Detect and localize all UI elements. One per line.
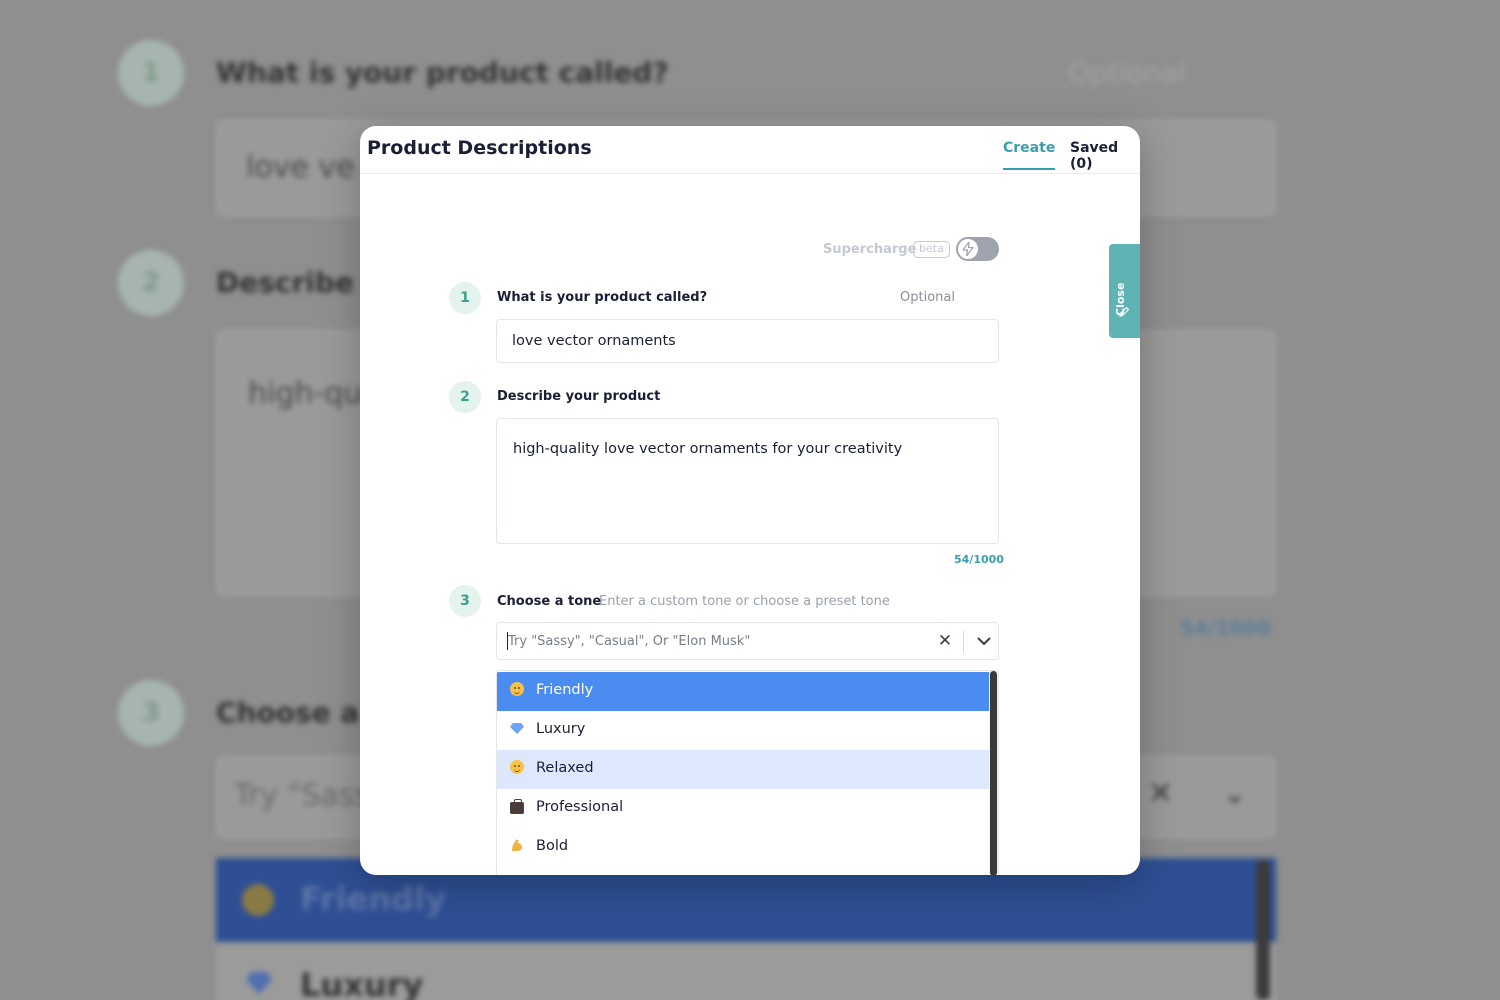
tone-option-label: Bold [536, 838, 569, 854]
tab-saved[interactable]: Saved (0) [1070, 140, 1140, 172]
modal-title: Product Descriptions [367, 137, 592, 159]
tone-option-label: Friendly [536, 682, 594, 698]
supercharge-label: Supercharge [823, 242, 917, 257]
bg-chevron-icon: ⌄ [1222, 776, 1248, 811]
select-separator [963, 631, 964, 653]
step-1-badge: 1 [449, 282, 481, 314]
product-descriptions-modal: Product Descriptions Create Saved (0) Su… [360, 126, 1140, 875]
bg-step-3: 3 [118, 680, 184, 746]
flexed-arm-icon [509, 838, 525, 854]
bg-gem-icon [246, 972, 272, 994]
tone-options-menu: Friendly Luxury Relaxed Professional Bol… [496, 670, 999, 875]
bg-optional: Optional [1068, 56, 1187, 89]
lightning-icon [957, 238, 979, 260]
menu-scrollbar-thumb[interactable] [990, 671, 997, 875]
relieved-face-icon [509, 760, 525, 776]
briefcase-icon [509, 799, 525, 815]
bg-step-2: 2 [118, 250, 184, 316]
bg-smiley-icon [242, 884, 274, 916]
bg-counter: 54/1000 [1180, 616, 1271, 640]
tone-option-relaxed[interactable]: Relaxed [497, 750, 989, 789]
tone-placeholder: Try "Sassy", "Casual", Or "Elon Musk" [508, 634, 751, 649]
product-description-label: Describe your product [497, 389, 661, 404]
beta-badge: beta [913, 241, 950, 258]
bg-question-3: Choose a t [216, 696, 383, 729]
tone-option-luxury[interactable]: Luxury [497, 711, 989, 750]
menu-scrollbar[interactable] [989, 671, 998, 875]
smiley-icon [509, 682, 525, 698]
tone-label: Choose a tone [497, 594, 602, 609]
product-description-value: high-quality love vector ornaments for y… [513, 441, 903, 457]
tone-option-label: Relaxed [536, 760, 594, 776]
optional-label: Optional [900, 290, 955, 305]
bg-name-value: love ve [246, 150, 355, 185]
tone-option-professional[interactable]: Professional [497, 789, 989, 828]
bg-option-label: Luxury [300, 966, 424, 1000]
bg-question-1: What is your product called? [216, 56, 669, 89]
product-description-textarea[interactable]: high-quality love vector ornaments for y… [496, 418, 999, 544]
product-name-label: What is your product called? [497, 290, 708, 305]
side-close-tab[interactable]: Close [1109, 244, 1140, 338]
tone-option-label: Professional [536, 799, 624, 815]
gem-icon [509, 721, 525, 737]
bg-question-2: Describe y [216, 266, 382, 299]
tone-option-label: Luxury [536, 721, 586, 737]
supercharge-toggle[interactable] [956, 237, 999, 261]
bg-scrollbar [1256, 860, 1270, 1000]
product-name-value: love vector ornaments [512, 333, 676, 349]
character-counter: 54/1000 [954, 553, 1004, 566]
bg-tone-placeholder: Try "Sass [234, 778, 371, 813]
tone-option-bold[interactable]: Bold [497, 828, 989, 867]
modal-header: Product Descriptions Create Saved (0) [360, 126, 1140, 174]
tone-hint: Enter a custom tone or choose a preset t… [599, 594, 890, 609]
product-name-input[interactable]: love vector ornaments [496, 319, 999, 363]
step-2-badge: 2 [449, 381, 481, 413]
bg-step-1: 1 [118, 40, 184, 106]
tone-select[interactable]: Try "Sassy", "Casual", Or "Elon Musk" ✕ [496, 622, 999, 660]
step-3-badge: 3 [449, 585, 481, 617]
bg-desc-value: high-qu [248, 376, 363, 411]
tab-create[interactable]: Create [1003, 140, 1056, 170]
side-close-label: Close [1114, 282, 1127, 316]
chevron-down-icon[interactable] [973, 630, 995, 652]
bg-option-label: Friendly [300, 880, 446, 918]
bg-clear-icon: ✕ [1148, 776, 1174, 811]
bg-option-luxury: Luxury [216, 942, 1276, 1000]
tone-option-friendly[interactable]: Friendly [497, 672, 989, 711]
clear-icon[interactable]: ✕ [935, 629, 955, 653]
